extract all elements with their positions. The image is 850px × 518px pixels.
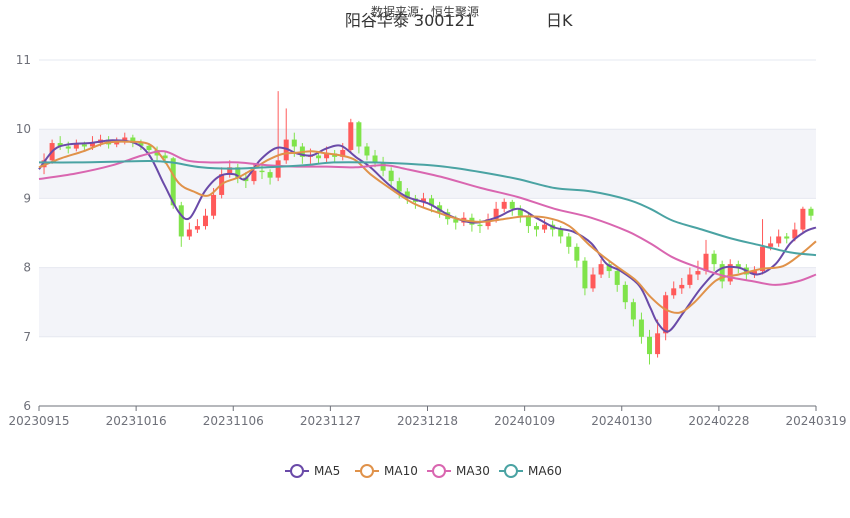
legend-label: MA60 — [528, 464, 562, 478]
candle-body — [582, 260, 588, 289]
candle-body — [655, 333, 661, 355]
y-tick-label: 6 — [23, 399, 31, 413]
candle-body — [703, 253, 709, 272]
candle-body — [348, 122, 354, 150]
candle-body — [178, 205, 184, 237]
legend-label: MA30 — [456, 464, 490, 478]
candle-body — [364, 146, 370, 156]
y-axis: 6 7 8 9 10 11 — [16, 53, 31, 413]
candle-body — [259, 170, 265, 173]
candle-body — [622, 284, 628, 303]
legend-item-ma60[interactable]: MA60 — [499, 464, 562, 478]
candle-body — [663, 295, 669, 334]
y-tick-label: 7 — [23, 330, 31, 344]
legend-item-ma10[interactable]: MA10 — [355, 464, 418, 478]
candle-body — [776, 236, 782, 244]
legend-label: MA10 — [384, 464, 418, 478]
legend-label: MA5 — [314, 464, 340, 478]
x-tick-label: 20240130 — [591, 414, 652, 428]
candle-body — [671, 288, 677, 296]
legend[interactable]: MA5 MA10 MA30 MA60 — [285, 464, 562, 478]
x-tick-label: 20240109 — [494, 414, 555, 428]
x-tick-label: 20231016 — [106, 414, 167, 428]
candle-body — [388, 170, 394, 182]
candle-body — [267, 172, 273, 178]
candle-body — [146, 145, 152, 150]
candle-body — [679, 284, 685, 289]
candle-body — [81, 144, 87, 147]
grid-band — [39, 267, 816, 337]
candle-body — [566, 236, 572, 247]
candle-body — [194, 226, 200, 230]
legend-marker-icon — [504, 464, 518, 478]
candle-body — [638, 319, 644, 337]
candle-body — [65, 146, 71, 149]
x-tick-label: 20231106 — [203, 414, 264, 428]
y-tick-label: 11 — [16, 53, 31, 67]
y-tick-label: 10 — [16, 122, 31, 136]
candle-body — [614, 271, 620, 285]
candle-body — [687, 274, 693, 285]
candle-body — [647, 336, 653, 355]
candle-body — [501, 201, 507, 209]
candle-body — [598, 264, 604, 275]
x-tick-label: 20240228 — [688, 414, 749, 428]
y-tick-label: 9 — [23, 191, 31, 205]
y-tick-label: 8 — [23, 261, 31, 275]
grid-band — [39, 129, 816, 199]
candle-body — [186, 229, 192, 237]
candle-body — [760, 246, 766, 272]
x-axis: 20230915 20231016 20231106 20231127 20231218… — [8, 405, 847, 428]
candle-body — [590, 274, 596, 289]
candle-body — [372, 155, 378, 163]
x-tick-label: 20231218 — [397, 414, 458, 428]
candle-body — [533, 226, 539, 230]
legend-marker-icon — [290, 464, 304, 478]
chart-container: 6 7 8 9 10 11 20230915 20231016 20231106 2023112… — [0, 0, 850, 518]
candle-body — [291, 139, 297, 147]
x-tick-label: 20230915 — [8, 414, 69, 428]
candle-body — [558, 229, 564, 237]
stock-chart: 6 7 8 9 10 11 20230915 20231016 20231106 2023112… — [8, 4, 847, 478]
candle-body — [711, 253, 717, 265]
legend-marker-icon — [432, 464, 446, 478]
candle-body — [316, 155, 322, 159]
candle-body — [695, 271, 701, 275]
candle-body — [768, 243, 774, 247]
legend-item-ma5[interactable]: MA5 — [285, 464, 340, 478]
candle-body — [574, 246, 580, 261]
candle-body — [202, 215, 208, 227]
candle-body — [509, 201, 515, 209]
candle-body — [477, 224, 483, 227]
candle-body — [542, 224, 548, 230]
legend-item-ma30[interactable]: MA30 — [427, 464, 490, 478]
candle-body — [275, 160, 281, 178]
legend-marker-icon — [360, 464, 374, 478]
candle-body — [800, 208, 806, 230]
candle-body — [808, 208, 814, 216]
period-label: 日K — [546, 11, 573, 30]
x-tick-label: 20231127 — [300, 414, 361, 428]
candle-body — [630, 302, 636, 320]
candle-body — [356, 122, 362, 147]
candle-body — [784, 236, 790, 239]
chart-subtitle: 数据来源：恒生聚源 — [371, 4, 479, 19]
grid-lines — [39, 59, 816, 407]
x-tick-label: 20240319 — [785, 414, 846, 428]
candle-body — [211, 194, 217, 216]
candle-body — [73, 144, 79, 149]
